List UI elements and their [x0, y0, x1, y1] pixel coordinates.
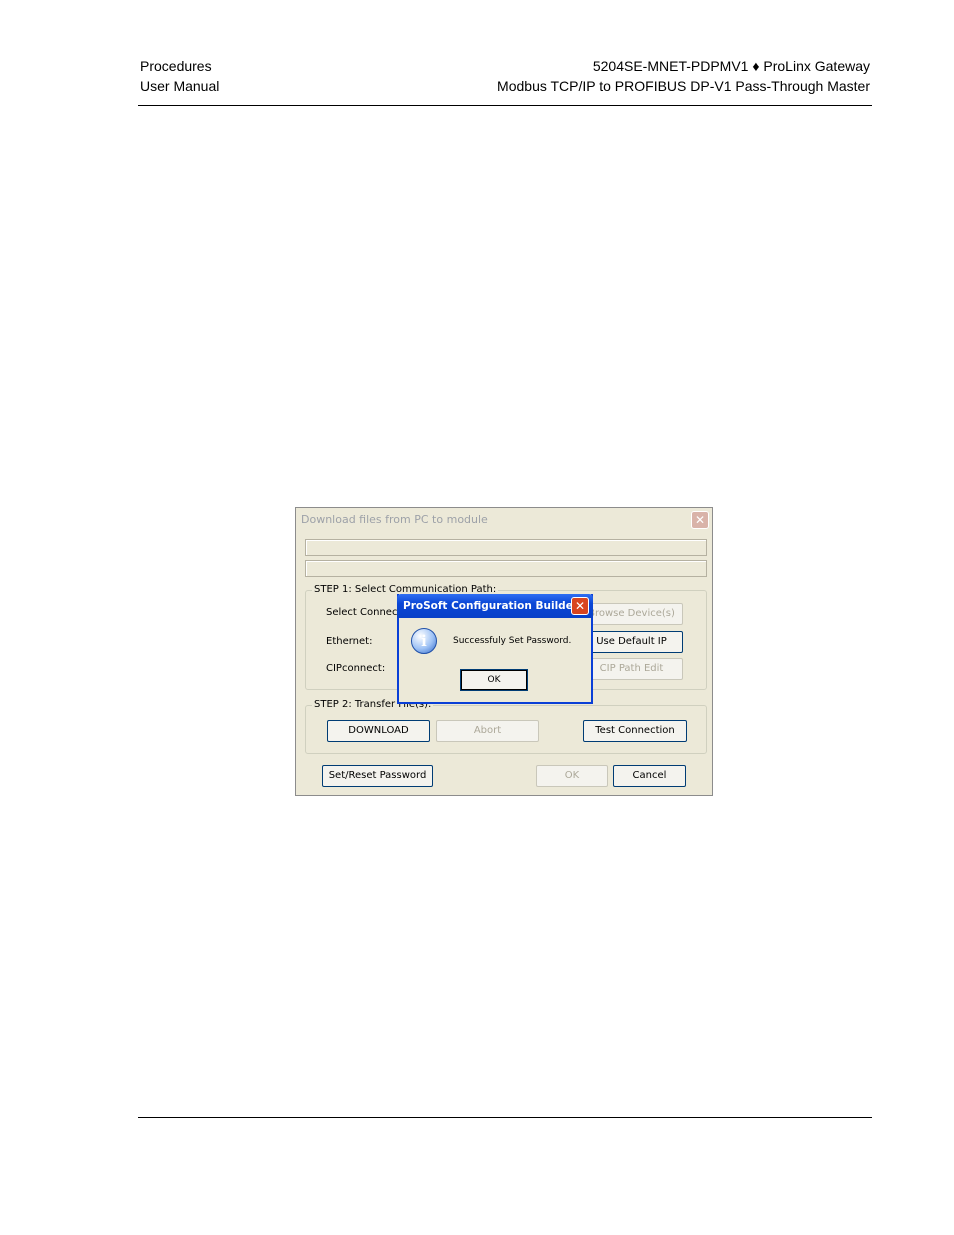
cip-path-edit-button[interactable]: CIP Path Edit	[580, 658, 683, 680]
progress-bar-1	[305, 539, 707, 556]
progress-bar-2	[305, 560, 707, 577]
info-icon: i	[411, 628, 437, 654]
message-box-title: ProSoft Configuration Builder	[397, 594, 593, 618]
cipconnect-label: CIPconnect:	[326, 663, 386, 674]
ethernet-label: Ethernet:	[326, 636, 373, 647]
footer-rule	[138, 1117, 872, 1118]
set-reset-password-button[interactable]: Set/Reset Password	[322, 765, 433, 787]
dialog-close-icon[interactable]: ✕	[691, 511, 709, 529]
header-doc-type: User Manual	[140, 78, 220, 94]
dialog-title: Download files from PC to module	[296, 508, 712, 532]
message-text: Successfuly Set Password.	[453, 636, 572, 646]
message-ok-button[interactable]: OK	[460, 669, 528, 691]
use-default-ip-button[interactable]: Use Default IP	[580, 631, 683, 653]
test-connection-button[interactable]: Test Connection	[583, 720, 687, 742]
header-section: Procedures	[140, 58, 212, 74]
select-connection-label: Select Connec	[326, 607, 398, 618]
header-product-desc: Modbus TCP/IP to PROFIBUS DP-V1 Pass-Thr…	[497, 78, 870, 94]
header-left: Procedures User Manual	[140, 56, 219, 96]
abort-button[interactable]: Abort	[436, 720, 539, 742]
header-product: 5204SE-MNET-PDPMV1 ♦ ProLinx Gateway	[592, 58, 870, 74]
step2-group: STEP 2: Transfer File(s): DOWNLOAD Abort…	[305, 699, 707, 754]
message-box: ProSoft Configuration Builder ✕ i Succes…	[397, 594, 593, 704]
header-right: 5204SE-MNET-PDPMV1 ♦ ProLinx Gateway Mod…	[497, 56, 870, 96]
message-box-close-icon[interactable]: ✕	[571, 597, 589, 615]
dialog-cancel-button[interactable]: Cancel	[613, 765, 686, 787]
header-rule	[138, 105, 872, 106]
browse-device-button[interactable]: Browse Device(s)	[580, 603, 683, 625]
download-button[interactable]: DOWNLOAD	[327, 720, 430, 742]
dialog-ok-button[interactable]: OK	[536, 765, 608, 787]
